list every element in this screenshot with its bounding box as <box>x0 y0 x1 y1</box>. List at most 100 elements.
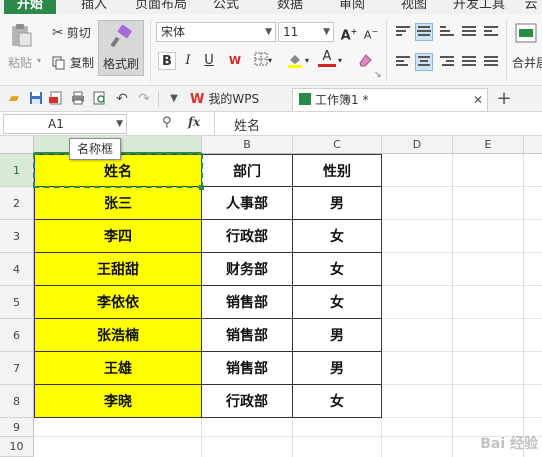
table-cell[interactable]: 销售部 <box>202 319 293 352</box>
table-cell[interactable]: 女 <box>293 286 382 319</box>
paste-dropdown-icon[interactable]: ▾ <box>37 56 41 65</box>
tab-cloud[interactable]: 云 <box>520 0 542 14</box>
select-all-corner[interactable] <box>0 136 34 154</box>
table-cell[interactable]: 部门 <box>202 154 293 187</box>
table-cell[interactable]: 张三 <box>34 187 202 220</box>
table-cell[interactable]: 行政部 <box>202 385 293 418</box>
distribute-icon[interactable] <box>484 56 498 68</box>
tab-insert[interactable]: 插入 <box>72 0 116 14</box>
row-header[interactable]: 2 <box>0 187 34 220</box>
align-bottom-icon[interactable] <box>440 26 454 38</box>
row-header[interactable]: 8 <box>0 385 34 418</box>
paste-button[interactable] <box>8 22 38 48</box>
decrease-font-icon[interactable]: A− <box>362 23 380 42</box>
print-icon[interactable] <box>70 91 86 107</box>
row-header[interactable]: 9 <box>0 418 34 437</box>
table-cell[interactable]: 张浩楠 <box>34 319 202 352</box>
column-header-c[interactable]: C <box>293 136 382 154</box>
empty-cells[interactable] <box>382 154 542 418</box>
redo-icon[interactable]: ↷ <box>136 91 152 107</box>
tab-page-layout[interactable]: 页面布局 <box>132 0 190 14</box>
paste-label[interactable]: 粘贴 <box>8 54 32 71</box>
row-header[interactable]: 1 <box>0 154 34 187</box>
formula-input[interactable]: 姓名 <box>234 115 260 134</box>
merge-cells-icon[interactable] <box>514 22 538 44</box>
table-cell[interactable]: 性别 <box>293 154 382 187</box>
open-folder-icon[interactable]: ▰ <box>6 91 22 107</box>
fill-color-icon[interactable] <box>286 52 304 70</box>
justify-icon[interactable] <box>462 56 476 68</box>
empty-cells[interactable] <box>34 418 542 457</box>
chevron-down-icon[interactable]: ▾ <box>305 56 309 65</box>
customize-dropdown-icon[interactable]: ▼ <box>166 91 182 107</box>
watermark-text: Bai 经验 <box>480 436 538 452</box>
font-color-icon[interactable]: A <box>318 50 336 68</box>
table-cell[interactable]: 李四 <box>34 220 202 253</box>
tab-home[interactable]: 开始 <box>4 0 56 14</box>
table-cell[interactable]: 女 <box>293 385 382 418</box>
cut-button[interactable]: ✂ 剪切 <box>52 24 91 41</box>
table-cell[interactable]: 行政部 <box>202 220 293 253</box>
export-pdf-icon[interactable] <box>48 91 64 107</box>
table-cell[interactable]: 销售部 <box>202 352 293 385</box>
tab-data[interactable]: 数据 <box>270 0 310 14</box>
row-header[interactable]: 6 <box>0 319 34 352</box>
copy-button[interactable]: 复制 <box>52 54 94 71</box>
table-cell[interactable]: 男 <box>293 187 382 220</box>
insert-function-icon[interactable]: fx <box>188 115 200 129</box>
italic-button[interactable]: I <box>179 52 197 70</box>
chevron-down-icon[interactable]: ▾ <box>338 56 342 65</box>
font-dialog-launcher-icon[interactable]: ↘ <box>374 70 382 80</box>
fill-handle[interactable] <box>199 185 204 190</box>
new-tab-icon[interactable]: + <box>496 90 512 108</box>
column-header-e[interactable]: E <box>453 136 524 154</box>
clear-format-icon[interactable] <box>356 52 374 70</box>
row-header[interactable]: 5 <box>0 286 34 319</box>
row-header[interactable]: 10 <box>0 437 34 457</box>
wrap-text-icon[interactable] <box>484 26 498 38</box>
table-cell[interactable]: 王雄 <box>34 352 202 385</box>
undo-icon[interactable]: ↶ <box>114 91 130 107</box>
column-header-f[interactable] <box>524 136 542 154</box>
table-cell[interactable]: 销售部 <box>202 286 293 319</box>
table-cell[interactable]: 人事部 <box>202 187 293 220</box>
table-cell[interactable]: 王甜甜 <box>34 253 202 286</box>
font-name-select[interactable]: 宋体 ▼ <box>156 22 276 42</box>
table-cell[interactable]: 女 <box>293 253 382 286</box>
merge-label[interactable]: 合并居 <box>512 54 542 71</box>
zoom-search-icon[interactable]: ⚲ <box>162 115 172 130</box>
table-cell[interactable]: 女 <box>293 220 382 253</box>
tab-formulas[interactable]: 公式 <box>206 0 246 14</box>
close-icon[interactable]: ✕ <box>473 89 483 112</box>
orientation-icon[interactable] <box>462 26 476 38</box>
align-top-icon[interactable] <box>396 26 410 38</box>
align-left-icon[interactable] <box>396 56 410 68</box>
tab-my-wps[interactable]: W 我的WPS <box>188 88 292 111</box>
save-icon[interactable] <box>28 91 44 107</box>
tab-developer[interactable]: 开发工具 <box>448 0 510 14</box>
bold-button[interactable]: B <box>158 52 176 70</box>
name-box[interactable]: A1 ▼ <box>3 114 127 134</box>
chevron-down-icon[interactable]: ▾ <box>268 56 272 65</box>
table-cell[interactable]: 财务部 <box>202 253 293 286</box>
row-header[interactable]: 7 <box>0 352 34 385</box>
table-cell[interactable]: 男 <box>293 352 382 385</box>
table-cell[interactable]: 李晓 <box>34 385 202 418</box>
print-preview-icon[interactable] <box>92 91 108 107</box>
row-header[interactable]: 4 <box>0 253 34 286</box>
table-cell[interactable]: 男 <box>293 319 382 352</box>
tab-view[interactable]: 视图 <box>394 0 434 14</box>
row-header[interactable]: 3 <box>0 220 34 253</box>
tab-review[interactable]: 审阅 <box>332 0 372 14</box>
align-right-icon[interactable] <box>440 56 454 68</box>
column-header-d[interactable]: D <box>382 136 453 154</box>
column-header-b[interactable]: B <box>202 136 293 154</box>
tab-workbook[interactable]: 工作簿1 * ✕ <box>292 88 488 111</box>
table-cell[interactable]: 李依依 <box>34 286 202 319</box>
align-center-icon[interactable] <box>415 53 433 71</box>
format-painter-button[interactable]: 格式刷 <box>98 20 144 76</box>
font-size-select[interactable]: 11 ▼ <box>278 22 334 42</box>
align-middle-icon[interactable] <box>415 23 433 41</box>
increase-font-icon[interactable]: A+ <box>340 23 358 43</box>
underline-button[interactable]: U <box>200 52 218 70</box>
